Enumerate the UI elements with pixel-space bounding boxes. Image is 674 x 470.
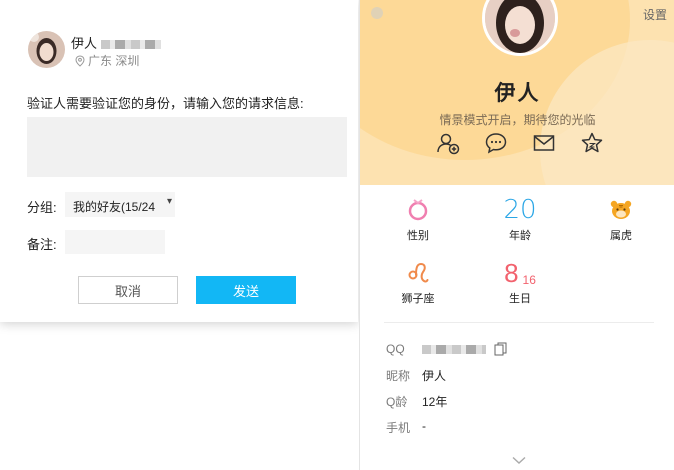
app-window: 伊人 广东 深圳 验证人需要验证您的身份，请输入您的请求信息: 分组: 我的好友… [0,0,674,470]
birthday-label: 生日 [509,293,531,305]
group-select-value: 我的好友(15/24 [73,200,156,214]
leo-icon [408,262,429,283]
verification-prompt: 验证人需要验证您的身份，请输入您的请求信息: [27,96,304,111]
gender-female-icon [408,199,428,221]
gender-item: 性别 [383,196,453,243]
nickname-value: 伊人 [422,369,447,383]
constellation-item: 狮子座 [383,259,453,306]
profile-header: 设置 伊人 情景模式开启，期待您的光临 [360,0,674,185]
zodiac-item: 属虎 [586,196,656,243]
user-name: 伊人 [71,33,162,52]
mail-icon[interactable] [532,131,556,155]
age-value: 20 [503,195,537,225]
zodiac-label: 属虎 [610,230,632,242]
profile-panel: 设置 伊人 情景模式开启，期待您的光临 性别 20 年龄 属虎 狮子座 8 16… [359,0,674,470]
constellation-label: 狮子座 [401,293,435,305]
qage-label: Q龄 [386,395,408,409]
request-message-input[interactable] [27,117,347,177]
cancel-button[interactable]: 取消 [78,276,178,304]
avatar [28,31,65,68]
settings-link[interactable]: 设置 [643,6,667,23]
age-item: 20 年龄 [485,195,555,243]
user-location: 广东 深圳 [75,52,139,69]
gender-label: 性别 [407,230,429,242]
nickname-label: 昵称 [386,369,411,383]
birthday-item: 8 16 生日 [485,259,555,306]
group-label: 分组: [27,200,57,215]
birthday-month: 8 [504,258,519,288]
chevron-down-icon[interactable] [512,456,526,465]
group-select[interactable]: 我的好友(15/24 ▾ [65,192,175,217]
profile-signature: 情景模式开启，期待您的光临 [439,113,596,127]
profile-actions [436,131,604,155]
phone-value: - [422,419,426,433]
remark-label: 备注: [27,237,57,252]
window-dot-icon[interactable] [371,7,383,19]
location-text: 广东 深圳 [88,54,140,68]
qage-value: 12年 [422,395,448,409]
phone-label: 手机 [386,421,411,435]
profile-name: 伊人 [494,82,541,105]
copy-icon[interactable] [494,342,507,356]
tiger-icon [610,200,632,219]
user-name-text: 伊人 [71,36,98,51]
add-friend-icon[interactable] [436,131,460,155]
star-icon[interactable] [580,131,604,155]
qq-label: QQ [386,342,405,356]
masked-qq-number [422,344,486,354]
location-pin-icon [75,54,85,67]
send-button[interactable]: 发送 [196,276,296,304]
add-friend-dialog: 伊人 广东 深圳 验证人需要验证您的身份，请输入您的请求信息: 分组: 我的好友… [0,0,358,322]
age-label: 年龄 [509,230,531,242]
masked-qq-number [101,40,162,50]
chat-bubble-icon[interactable] [484,131,508,155]
birthday-day: 16 [522,273,536,287]
chevron-down-icon: ▾ [166,196,172,207]
remark-input[interactable] [65,230,165,254]
qq-value [422,342,507,356]
divider [384,322,654,323]
